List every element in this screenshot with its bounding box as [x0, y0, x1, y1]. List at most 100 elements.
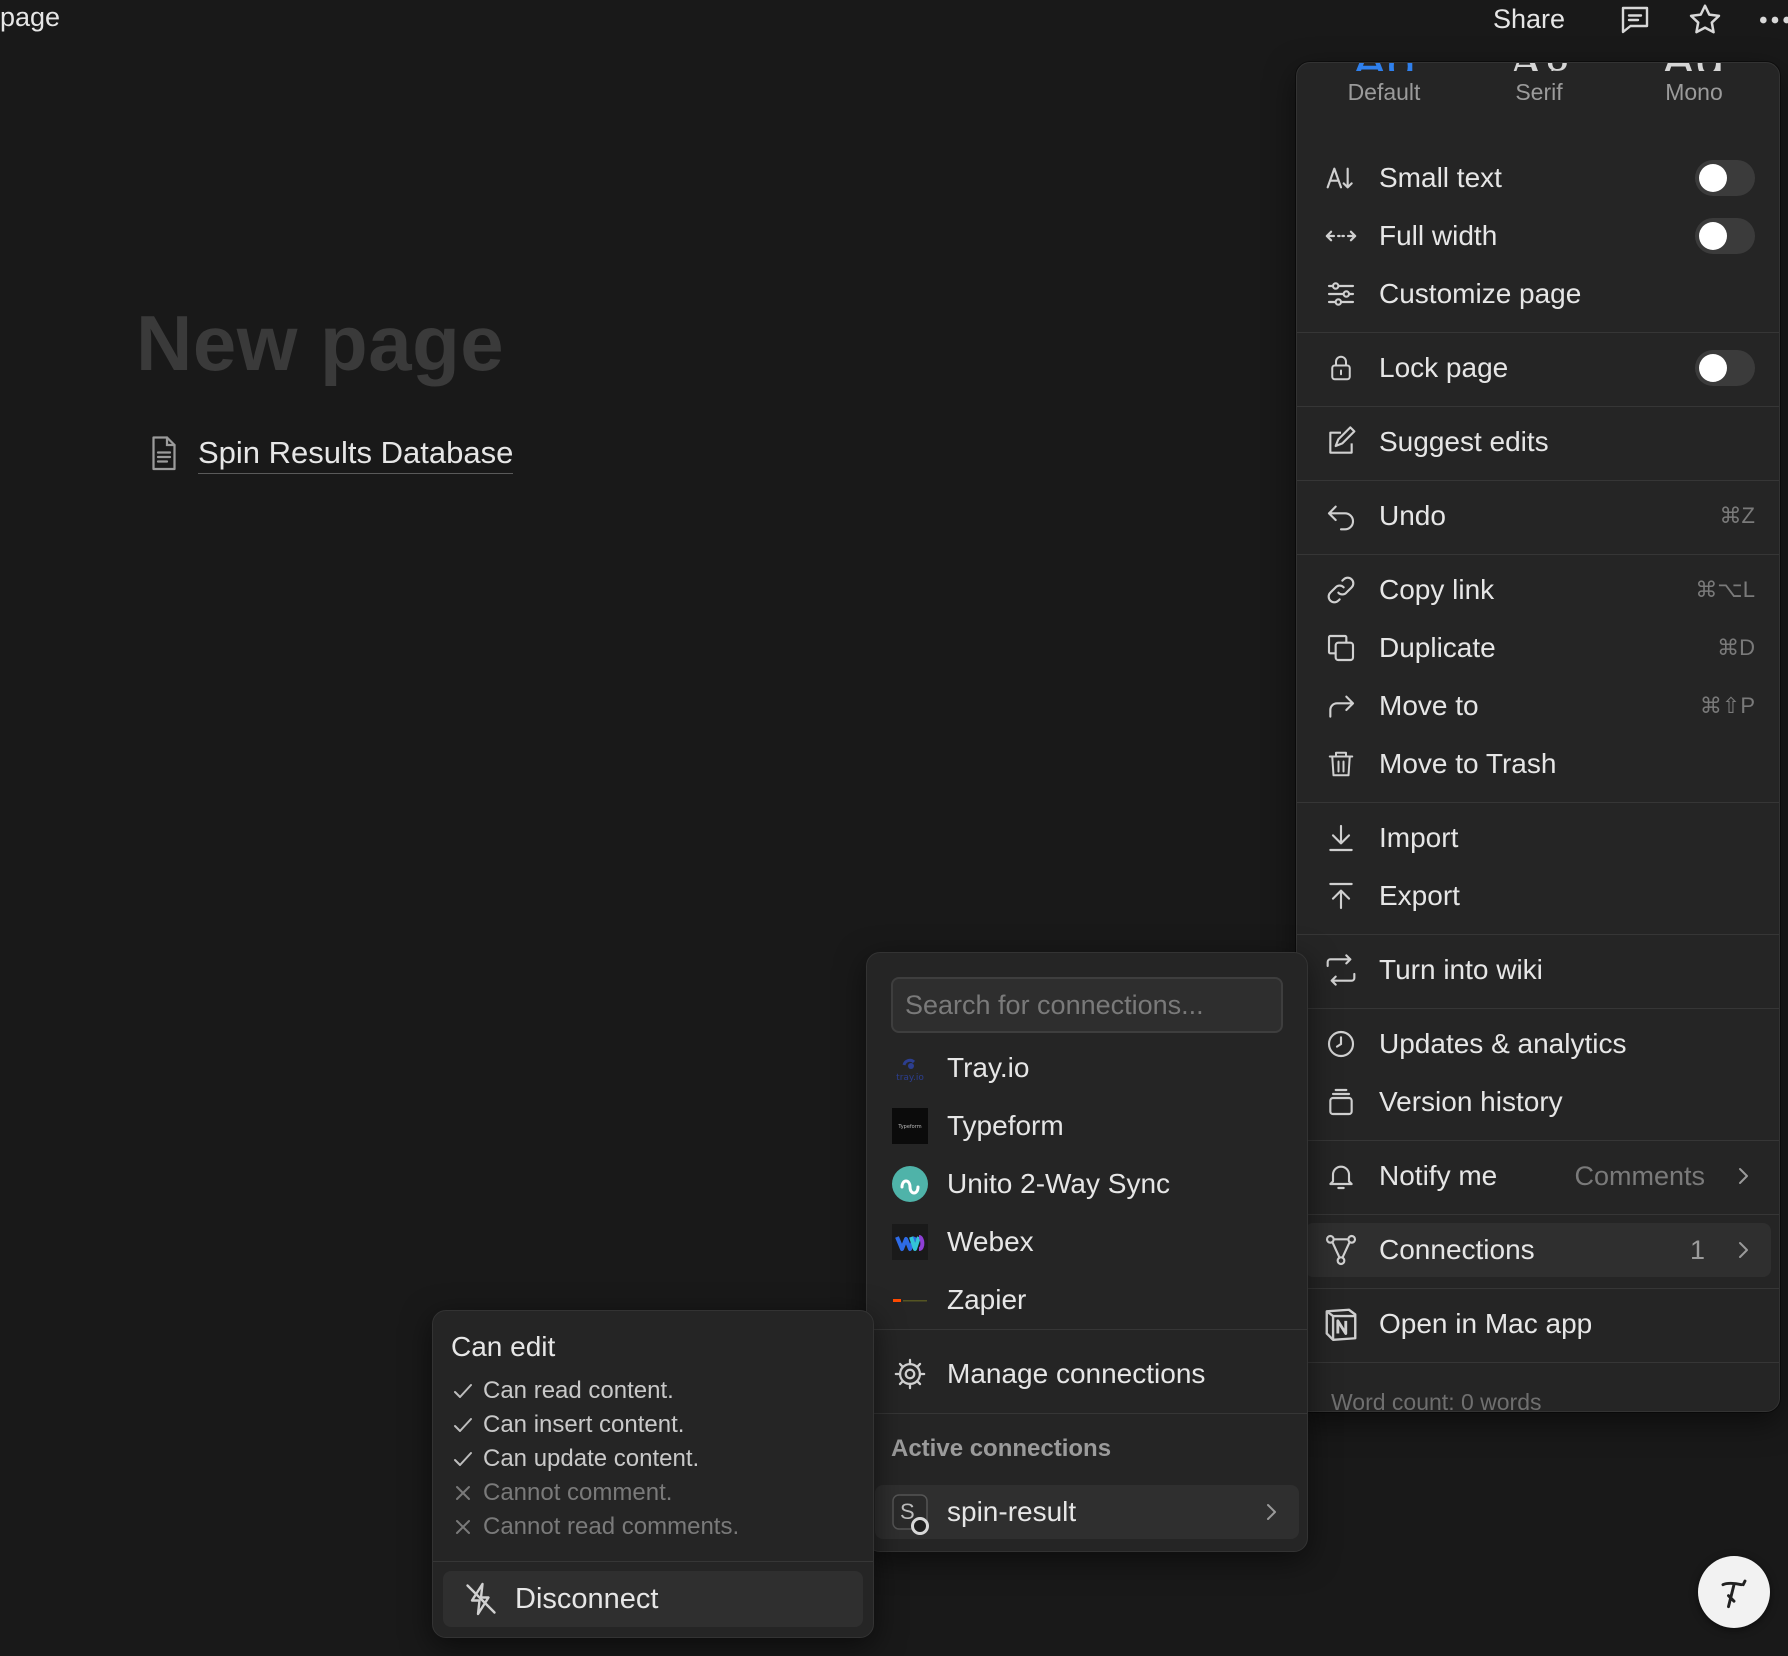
connections-panel: tray.io Tray.io Typeform Typeform Unito …	[866, 952, 1308, 1552]
menu-item-version-history[interactable]: Version history	[1305, 1075, 1771, 1129]
full-width-icon	[1321, 216, 1361, 256]
connection-item[interactable]: Typeform Typeform	[875, 1099, 1299, 1153]
permission-row: Can read content.	[451, 1377, 674, 1405]
menu-item-label: Duplicate	[1379, 632, 1496, 663]
menu-item-label: Lock page	[1379, 352, 1509, 383]
menu-item-full-width[interactable]: Full width	[1305, 209, 1771, 263]
check-icon	[451, 1447, 475, 1471]
permission-row: Cannot comment.	[451, 1479, 672, 1507]
menu-item-label: Connections	[1379, 1234, 1535, 1265]
share-button[interactable]: Share	[1493, 4, 1565, 35]
document-icon	[146, 434, 182, 474]
small-text-icon	[1321, 158, 1361, 198]
lock-page-toggle[interactable]	[1695, 350, 1755, 386]
full-width-toggle[interactable]	[1695, 218, 1755, 254]
status-dot	[911, 1517, 929, 1535]
menu-item-label: Full width	[1379, 220, 1498, 251]
active-connections-heading: Active connections	[891, 1435, 1112, 1462]
menu-item-label: Version history	[1379, 1086, 1563, 1117]
small-text-toggle[interactable]	[1695, 160, 1755, 196]
permission-text: Can insert content.	[483, 1411, 685, 1438]
menu-item-customize-page[interactable]: Customize page	[1305, 267, 1771, 321]
x-icon	[451, 1515, 475, 1539]
import-icon	[1321, 818, 1361, 858]
connections-search-input[interactable]	[891, 977, 1283, 1033]
more-icon[interactable]	[1753, 0, 1788, 40]
menu-item-import[interactable]: Import	[1305, 811, 1771, 865]
menu-item-suggest-edits[interactable]: Suggest edits	[1305, 415, 1771, 469]
menu-item-label: Copy link	[1379, 574, 1495, 605]
divider	[1297, 406, 1779, 407]
undo-icon	[1321, 496, 1361, 536]
webex-logo	[891, 1223, 929, 1261]
connection-item[interactable]: Webex	[875, 1215, 1299, 1269]
chevron-right-icon	[1259, 1500, 1283, 1524]
divider	[1297, 480, 1779, 481]
connections-icon	[1321, 1230, 1361, 1270]
menu-item-open-mac-app[interactable]: Open in Mac app	[1305, 1297, 1771, 1351]
disconnect-button[interactable]: Disconnect	[443, 1571, 863, 1627]
menu-item-lock-page[interactable]: Lock page	[1305, 341, 1771, 395]
menu-item-label: Move to Trash	[1379, 748, 1557, 779]
menu-item-move-to[interactable]: Move to ⌘⇧P	[1305, 679, 1771, 733]
connection-avatar: S	[891, 1493, 929, 1535]
menu-item-label: Import	[1379, 822, 1459, 853]
notify-value: Comments	[1574, 1160, 1705, 1191]
wiki-convert-icon	[1321, 950, 1361, 990]
menu-item-export[interactable]: Export	[1305, 869, 1771, 923]
menu-item-copy-link[interactable]: Copy link ⌘⌥L	[1305, 563, 1771, 617]
topbar: Share	[1448, 0, 1788, 44]
shortcut-hint: ⌘D	[1717, 635, 1755, 660]
menu-item-label: Open in Mac app	[1379, 1308, 1593, 1339]
menu-item-small-text[interactable]: Small text	[1305, 151, 1771, 205]
menu-item-undo[interactable]: Undo ⌘Z	[1305, 489, 1771, 543]
star-icon[interactable]	[1683, 0, 1727, 40]
menu-item-turn-into-wiki[interactable]: Turn into wiki	[1305, 943, 1771, 997]
menu-item-label: Undo	[1379, 500, 1446, 531]
divider	[433, 1561, 873, 1562]
font-sample: Ag	[1464, 63, 1614, 71]
divider	[1297, 554, 1779, 555]
font-option-serif[interactable]: Ag Serif	[1464, 63, 1614, 106]
font-option-default[interactable]: Ag Default	[1309, 63, 1459, 106]
divider	[1297, 1214, 1779, 1215]
menu-item-connections[interactable]: Connections 1	[1305, 1223, 1771, 1277]
connection-name: Tray.io	[947, 1052, 1030, 1083]
connection-name: Typeform	[947, 1110, 1064, 1141]
font-sample: Ag	[1309, 63, 1459, 71]
page-title[interactable]: New page	[136, 298, 504, 389]
x-icon	[451, 1481, 475, 1505]
font-option-mono[interactable]: Ag Mono	[1619, 63, 1769, 106]
link-icon	[1321, 570, 1361, 610]
divider	[867, 1329, 1307, 1330]
menu-item-updates-analytics[interactable]: Updates & analytics	[1305, 1017, 1771, 1071]
connection-item[interactable]: Unito 2-Way Sync	[875, 1157, 1299, 1211]
connection-item[interactable]: tray.io Tray.io	[875, 1041, 1299, 1095]
menu-item-label: Customize page	[1379, 278, 1582, 309]
shortcut-hint: ⌘Z	[1719, 503, 1755, 528]
connection-name: Zapier	[947, 1284, 1027, 1315]
page-link[interactable]: Spin Results Database	[146, 434, 514, 474]
divider	[1297, 1362, 1779, 1363]
move-to-icon	[1321, 686, 1361, 726]
menu-item-label: Export	[1379, 880, 1460, 911]
manage-connections-button[interactable]: Manage connections	[875, 1347, 1299, 1401]
divider	[1297, 802, 1779, 803]
font-label: Serif	[1515, 79, 1563, 105]
help-button[interactable]	[1698, 1556, 1770, 1628]
breadcrumb[interactable]: page	[0, 2, 60, 33]
version-history-icon	[1321, 1082, 1361, 1122]
assistant-icon	[1712, 1570, 1756, 1614]
menu-item-duplicate[interactable]: Duplicate ⌘D	[1305, 621, 1771, 675]
menu-item-move-to-trash[interactable]: Move to Trash	[1305, 737, 1771, 791]
active-connection-item[interactable]: S spin-result	[875, 1485, 1299, 1539]
permission-row: Cannot read comments.	[451, 1513, 739, 1541]
permission-text: Can update content.	[483, 1445, 700, 1472]
menu-item-notify-me[interactable]: Notify me Comments	[1305, 1149, 1771, 1203]
connection-item[interactable]: Zapier	[875, 1273, 1299, 1327]
comment-icon[interactable]	[1613, 0, 1657, 40]
connection-name: Webex	[947, 1226, 1034, 1257]
trash-icon	[1321, 744, 1361, 784]
menu-item-label: Notify me	[1379, 1160, 1498, 1191]
zapier-logo	[891, 1281, 929, 1319]
